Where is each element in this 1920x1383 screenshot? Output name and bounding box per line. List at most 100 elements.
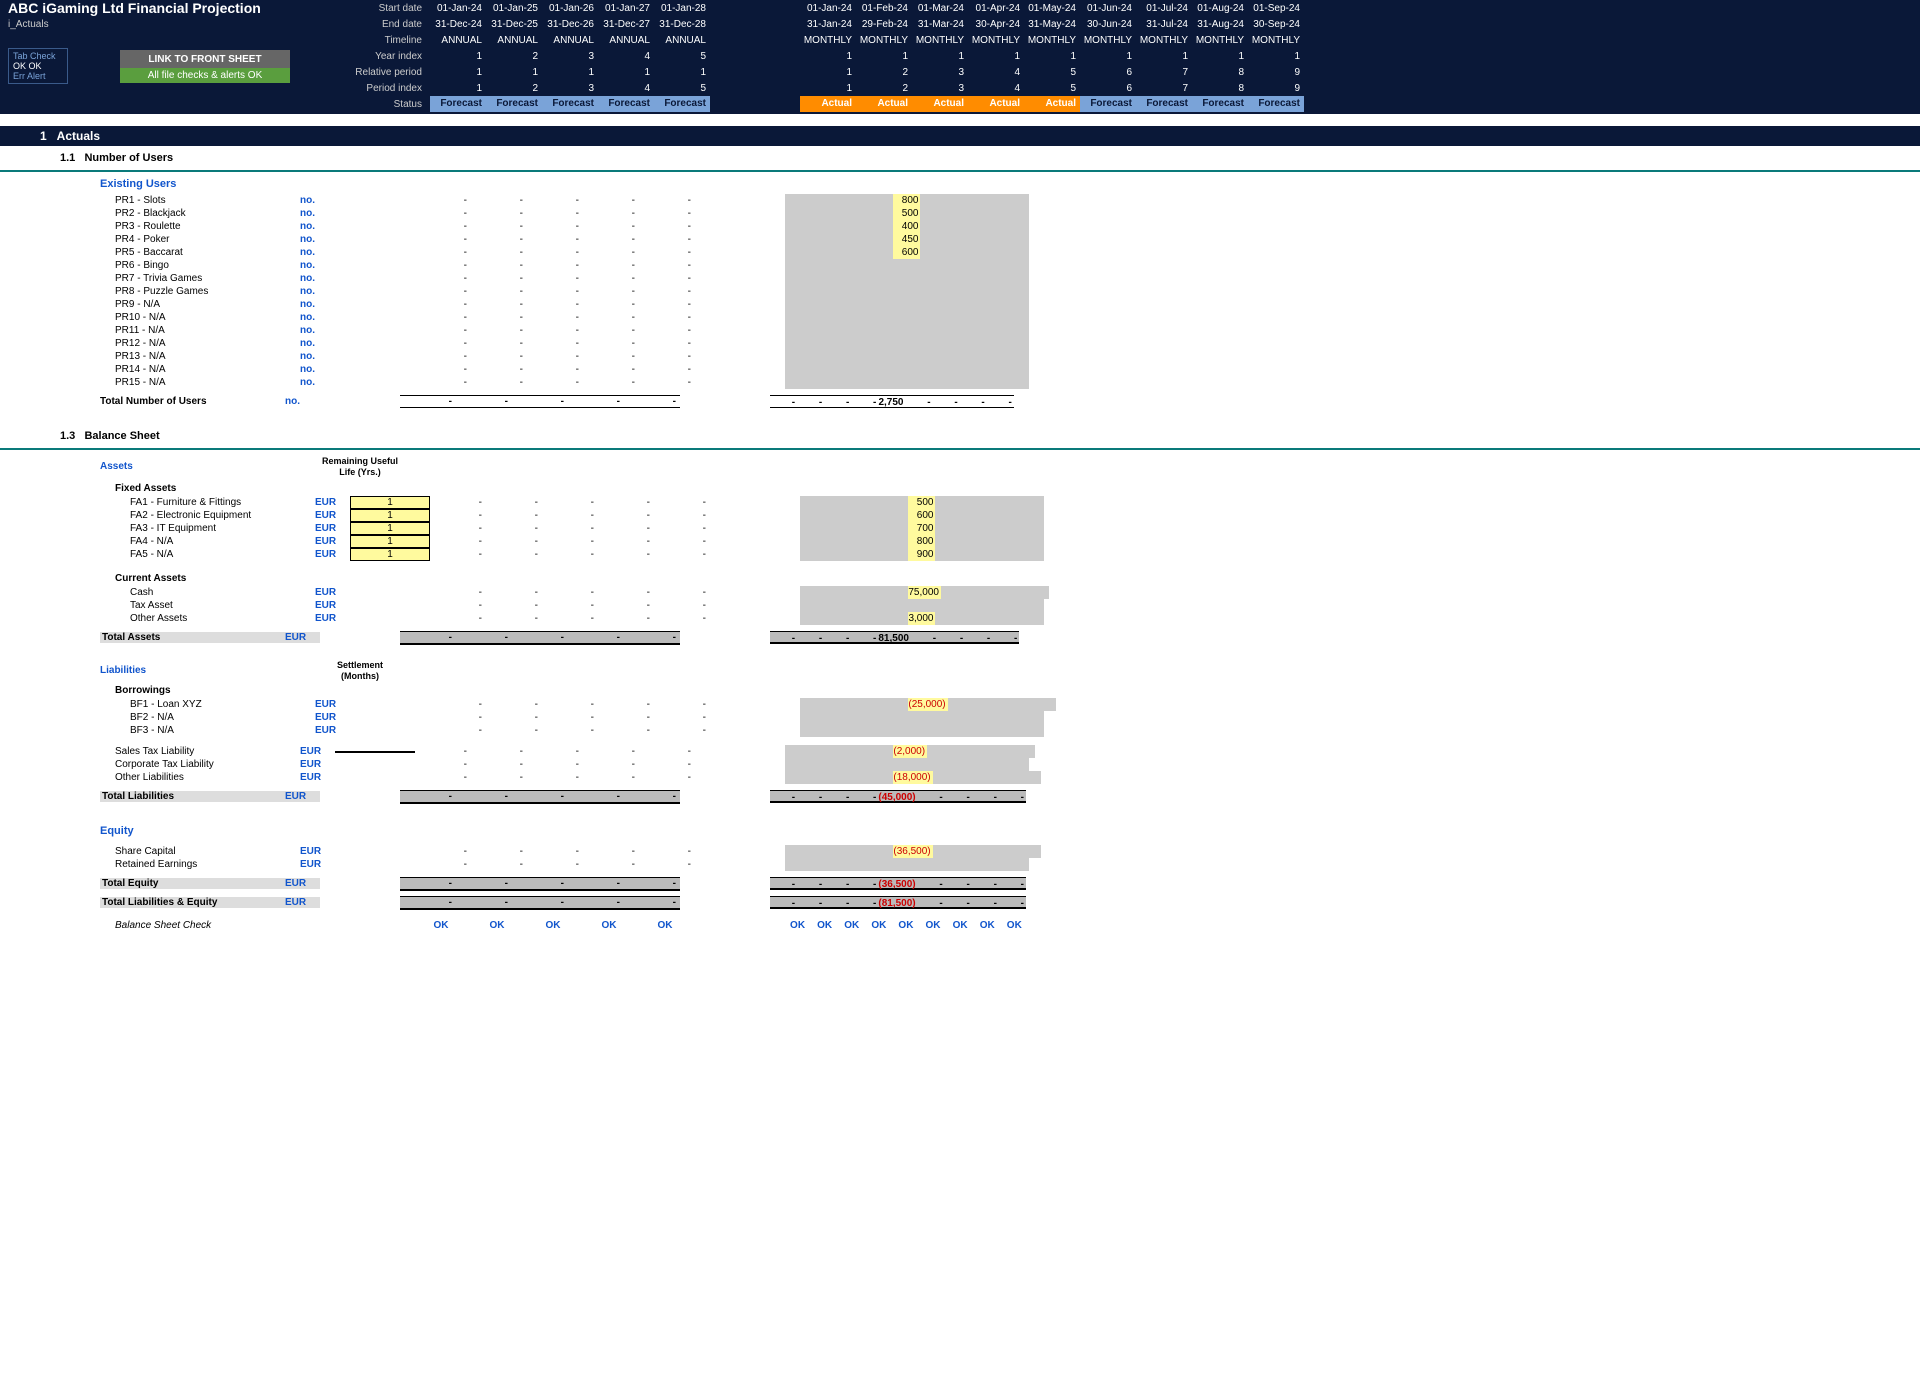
month-cell[interactable] <box>839 858 866 871</box>
month-cell[interactable] <box>987 845 1014 858</box>
month-cell[interactable] <box>785 272 812 285</box>
month-cell[interactable] <box>948 758 975 771</box>
month-cell[interactable] <box>785 298 812 311</box>
month-cell[interactable]: 800 <box>893 194 920 207</box>
month-cell[interactable] <box>881 586 908 599</box>
month-cell[interactable]: 500 <box>908 496 935 509</box>
month-cell[interactable] <box>981 745 1008 758</box>
month-cell[interactable] <box>812 845 839 858</box>
month-cell[interactable] <box>975 233 1002 246</box>
month-cell[interactable] <box>1002 259 1029 272</box>
month-cell[interactable] <box>866 363 893 376</box>
month-cell[interactable] <box>800 698 827 711</box>
month-cell[interactable] <box>812 350 839 363</box>
month-cell[interactable] <box>975 337 1002 350</box>
month-cell[interactable] <box>827 612 854 625</box>
month-cell[interactable] <box>785 207 812 220</box>
month-cell[interactable] <box>908 599 935 612</box>
month-cell[interactable] <box>800 496 827 509</box>
month-cell[interactable] <box>839 194 866 207</box>
month-cell[interactable] <box>920 207 947 220</box>
month-cell[interactable] <box>854 535 881 548</box>
month-cell[interactable] <box>920 259 947 272</box>
month-cell[interactable] <box>854 612 881 625</box>
month-cell[interactable] <box>960 845 987 858</box>
month-cell[interactable] <box>975 194 1002 207</box>
month-cell[interactable] <box>990 509 1017 522</box>
month-cell[interactable] <box>839 272 866 285</box>
month-cell[interactable] <box>1017 522 1044 535</box>
month-cell[interactable] <box>935 535 962 548</box>
month-cell[interactable] <box>881 724 908 737</box>
month-cell[interactable] <box>975 259 1002 272</box>
month-cell[interactable] <box>935 548 962 561</box>
month-cell[interactable] <box>839 337 866 350</box>
month-cell[interactable] <box>990 612 1017 625</box>
month-cell[interactable] <box>893 272 920 285</box>
month-cell[interactable] <box>812 337 839 350</box>
month-cell[interactable] <box>812 285 839 298</box>
month-cell[interactable] <box>854 698 881 711</box>
month-cell[interactable] <box>854 724 881 737</box>
month-cell[interactable] <box>812 246 839 259</box>
month-cell[interactable] <box>893 285 920 298</box>
month-cell[interactable] <box>948 272 975 285</box>
month-cell[interactable] <box>948 350 975 363</box>
month-cell[interactable]: (25,000) <box>908 698 947 711</box>
month-cell[interactable] <box>948 337 975 350</box>
month-cell[interactable] <box>975 311 1002 324</box>
month-cell[interactable] <box>920 758 947 771</box>
month-cell[interactable] <box>920 285 947 298</box>
month-cell[interactable] <box>1017 711 1044 724</box>
month-cell[interactable] <box>948 220 975 233</box>
month-cell[interactable] <box>935 724 962 737</box>
month-cell[interactable] <box>800 599 827 612</box>
month-cell[interactable] <box>975 207 1002 220</box>
month-cell[interactable] <box>866 207 893 220</box>
month-cell[interactable] <box>920 272 947 285</box>
month-cell[interactable] <box>920 311 947 324</box>
month-cell[interactable] <box>948 233 975 246</box>
month-cell[interactable] <box>839 324 866 337</box>
month-cell[interactable] <box>1002 298 1029 311</box>
month-cell[interactable] <box>975 698 1002 711</box>
month-cell[interactable] <box>935 599 962 612</box>
month-cell[interactable]: 75,000 <box>908 586 941 599</box>
month-cell[interactable] <box>1017 548 1044 561</box>
month-cell[interactable] <box>827 711 854 724</box>
month-cell[interactable]: (2,000) <box>893 745 927 758</box>
month-cell[interactable] <box>963 509 990 522</box>
month-cell[interactable] <box>920 246 947 259</box>
month-cell[interactable] <box>866 758 893 771</box>
month-cell[interactable] <box>1002 858 1029 871</box>
month-cell[interactable] <box>839 745 866 758</box>
month-cell[interactable] <box>941 586 968 599</box>
month-cell[interactable] <box>963 724 990 737</box>
month-cell[interactable] <box>854 548 881 561</box>
month-cell[interactable] <box>893 324 920 337</box>
month-cell[interactable] <box>866 285 893 298</box>
month-cell[interactable] <box>933 845 960 858</box>
month-cell[interactable] <box>975 350 1002 363</box>
month-cell[interactable] <box>812 272 839 285</box>
month-cell[interactable] <box>920 858 947 871</box>
month-cell[interactable] <box>948 246 975 259</box>
month-cell[interactable] <box>1017 535 1044 548</box>
month-cell[interactable] <box>1017 599 1044 612</box>
month-cell[interactable] <box>839 350 866 363</box>
month-cell[interactable] <box>920 337 947 350</box>
month-cell[interactable] <box>920 376 947 389</box>
month-cell[interactable] <box>893 350 920 363</box>
month-cell[interactable] <box>854 496 881 509</box>
month-cell[interactable] <box>1002 194 1029 207</box>
month-cell[interactable] <box>854 711 881 724</box>
month-cell[interactable] <box>954 745 981 758</box>
month-cell[interactable] <box>785 246 812 259</box>
month-cell[interactable] <box>1029 698 1056 711</box>
month-cell[interactable] <box>948 858 975 871</box>
month-cell[interactable] <box>948 194 975 207</box>
month-cell[interactable] <box>975 220 1002 233</box>
month-cell[interactable] <box>827 586 854 599</box>
month-cell[interactable] <box>948 376 975 389</box>
month-cell[interactable] <box>812 376 839 389</box>
